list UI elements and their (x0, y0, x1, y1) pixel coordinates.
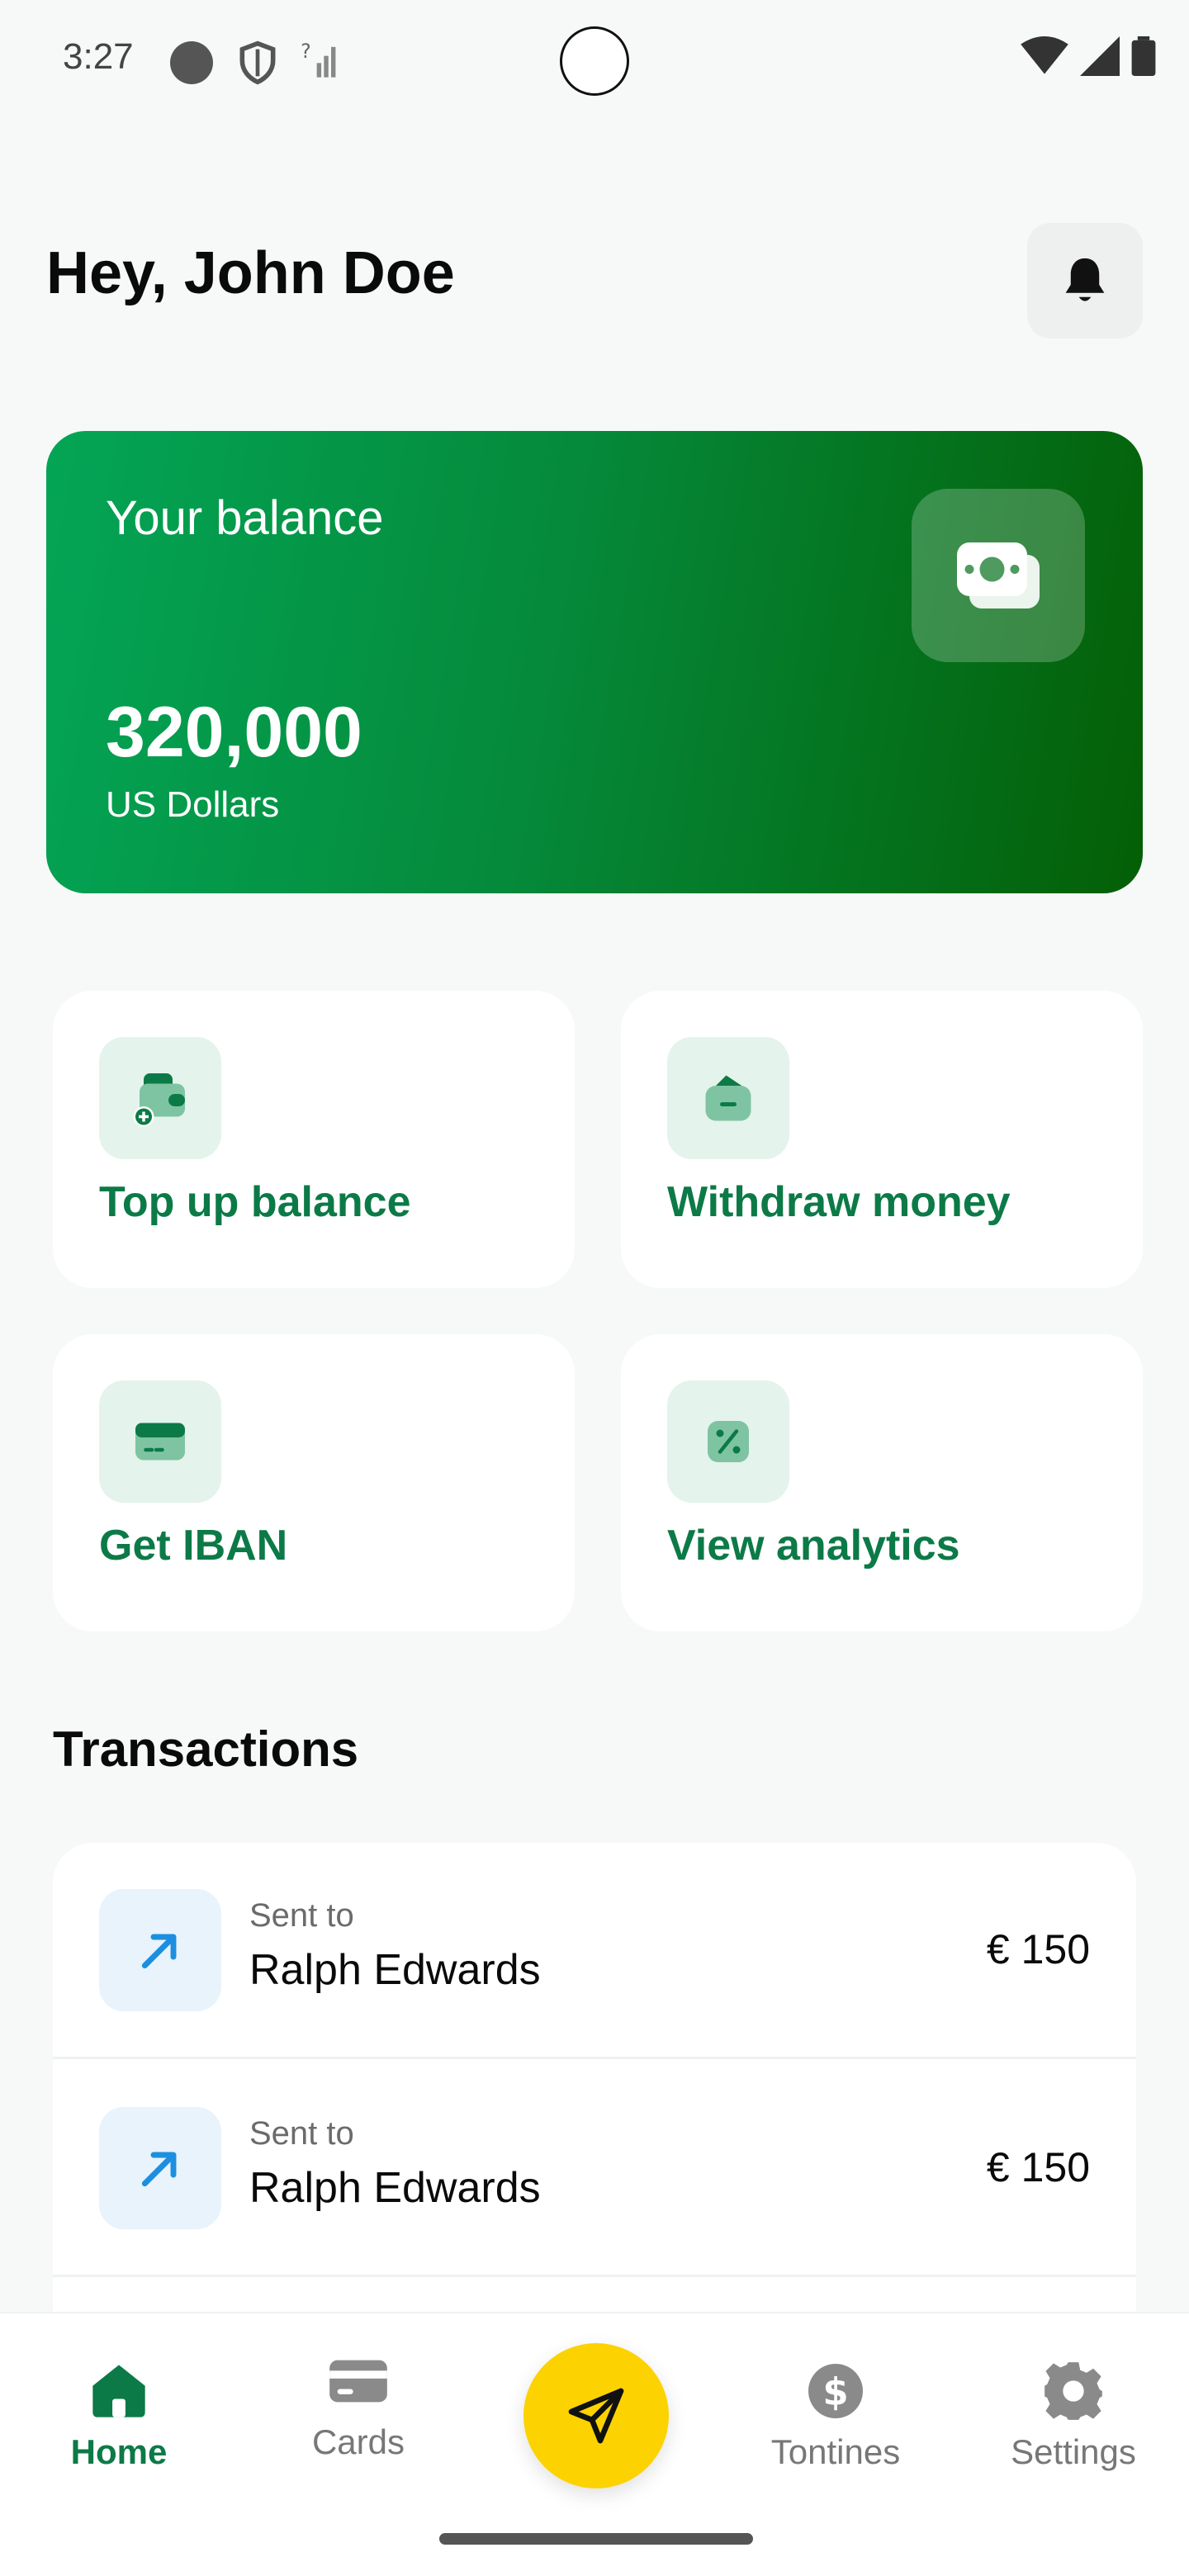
nav-settings[interactable]: Settings (974, 2356, 1172, 2472)
home-indicator[interactable] (439, 2533, 753, 2545)
get-iban-label: Get IBAN (99, 1522, 288, 1570)
send-icon (568, 2388, 624, 2444)
notifications-button[interactable] (1027, 223, 1143, 339)
transaction-amount: € 150 (986, 2144, 1090, 2190)
camera-cutout (560, 26, 629, 96)
transaction-amount: € 150 (986, 1926, 1090, 1972)
transaction-icon-box (99, 2107, 221, 2229)
svg-text:?: ? (301, 40, 311, 63)
balance-currency: US Dollars (106, 784, 280, 825)
nav-cards[interactable]: Cards (259, 2346, 457, 2462)
transaction-type: Sent to (249, 2115, 354, 2152)
withdraw-money-label: Withdraw money (667, 1178, 1011, 1226)
top-up-balance-label: Top up balance (99, 1178, 411, 1226)
nav-tontines-label: Tontines (770, 2432, 901, 2471)
transaction-type: Sent to (249, 1897, 354, 1934)
card-icon (329, 2360, 387, 2403)
wallet-remove-icon (705, 1075, 751, 1121)
gear-icon (1045, 2362, 1102, 2420)
cell-signal-icon (1080, 36, 1120, 76)
percent-icon-box (667, 1380, 789, 1503)
nav-cards-label: Cards (311, 2422, 405, 2461)
wallet-add-icon (133, 1073, 185, 1127)
status-icons (1021, 36, 1156, 76)
withdraw-money-button[interactable]: Withdraw money (621, 991, 1143, 1288)
top-up-balance-button[interactable]: Top up balance (53, 991, 575, 1288)
nav-settings-label: Settings (1011, 2432, 1136, 2471)
nav-home-label: Home (70, 2432, 168, 2471)
shield-icon (239, 40, 276, 85)
status-bar: 3:27 ? (0, 0, 1189, 116)
card-icon-box (99, 1380, 221, 1503)
send-money-button[interactable] (523, 2343, 669, 2488)
dollar-icon: $ (808, 2364, 863, 2418)
transactions-title: Transactions (53, 1721, 359, 1777)
transaction-row[interactable]: Sent to Ralph Edwards € 150 (53, 2061, 1136, 2277)
balance-card: Your balance 320,000 US Dollars (46, 431, 1143, 893)
card-icon (135, 1423, 185, 1461)
svg-text:$: $ (822, 2370, 848, 2414)
get-iban-button[interactable]: Get IBAN (53, 1334, 575, 1631)
balance-amount: 320,000 (106, 693, 362, 772)
balance-icon-box (912, 489, 1085, 662)
arrow-up-right-icon (141, 2152, 177, 2187)
home-icon (92, 2365, 145, 2417)
greeting-title: Hey, John Doe (46, 240, 455, 306)
money-icon (957, 542, 1040, 608)
transactions-list: Sent to Ralph Edwards € 150 Sent to Ralp… (53, 1843, 1136, 2322)
balance-label: Your balance (106, 491, 384, 545)
arrow-up-right-icon (141, 1934, 177, 1969)
view-analytics-label: View analytics (667, 1522, 960, 1570)
transaction-recipient: Ralph Edwards (249, 1946, 541, 1994)
signal-question-icon: ? (301, 40, 336, 78)
battery-icon (1131, 36, 1156, 76)
status-time: 3:27 (63, 36, 134, 77)
transaction-icon-box (99, 1889, 221, 2011)
transaction-row[interactable]: Sent to Ralph Edwards € 150 (53, 1843, 1136, 2059)
view-analytics-button[interactable]: View analytics (621, 1334, 1143, 1631)
percent-icon (708, 1421, 749, 1462)
transaction-recipient: Ralph Edwards (249, 2164, 541, 2212)
nav-home[interactable]: Home (20, 2356, 218, 2472)
nav-tontines[interactable]: $ Tontines (737, 2356, 935, 2472)
wallet-add-icon-box (99, 1037, 221, 1159)
wifi-icon (1021, 36, 1068, 74)
record-icon (170, 41, 213, 84)
bell-icon (1065, 258, 1105, 301)
wallet-remove-icon-box (667, 1037, 789, 1159)
